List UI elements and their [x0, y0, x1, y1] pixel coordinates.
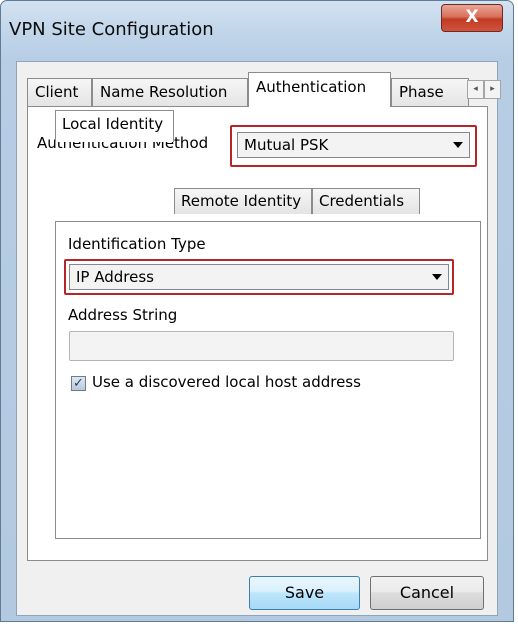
save-button[interactable]: Save: [249, 576, 360, 610]
tab-name-resolution-label: Name Resolution: [100, 83, 228, 101]
close-icon: X: [465, 7, 479, 27]
auth-method-select[interactable]: Mutual PSK: [237, 132, 470, 158]
tab-phase-label: Phase: [399, 83, 444, 101]
discovered-address-checkbox[interactable]: ✓: [71, 376, 86, 391]
subtab-credentials-label: Credentials: [319, 192, 405, 210]
cancel-button[interactable]: Cancel: [370, 576, 484, 610]
close-button[interactable]: X: [441, 4, 503, 32]
dialog-client-area: Client Name Resolution Authentication Ph…: [16, 61, 501, 616]
id-type-label: Identification Type: [68, 235, 206, 253]
tab-authentication-label: Authentication: [256, 78, 367, 96]
tab-client-label: Client: [35, 83, 79, 101]
subtab-credentials[interactable]: Credentials: [312, 188, 420, 214]
id-type-value: IP Address: [76, 268, 154, 286]
id-type-select[interactable]: IP Address: [69, 264, 449, 290]
subtab-remote-identity-label: Remote Identity: [181, 192, 302, 210]
auth-method-value: Mutual PSK: [244, 136, 329, 154]
chevron-down-icon: [432, 274, 442, 280]
tab-scroll-left-icon[interactable]: ◂: [467, 80, 484, 99]
subtab-local-identity-label: Local Identity: [62, 115, 164, 133]
checkmark-icon: ✓: [73, 376, 84, 391]
tab-client[interactable]: Client: [27, 78, 92, 106]
local-identity-panel: Identification Type IP Address Address S…: [55, 221, 481, 539]
discovered-address-label: Use a discovered local host address: [92, 373, 361, 391]
window-title: VPN Site Configuration: [9, 19, 214, 40]
tab-scroll-right-icon[interactable]: ▸: [484, 80, 501, 99]
tab-name-resolution[interactable]: Name Resolution: [92, 78, 248, 106]
main-tab-bar: Client Name Resolution Authentication Ph…: [27, 72, 501, 107]
subtab-local-identity[interactable]: Local Identity: [55, 110, 174, 142]
subtab-remote-identity[interactable]: Remote Identity: [174, 188, 312, 214]
title-bar[interactable]: VPN Site Configuration X: [1, 1, 513, 61]
tab-authentication[interactable]: Authentication: [248, 72, 391, 107]
tab-phase[interactable]: Phase: [391, 78, 469, 106]
address-string-field[interactable]: [69, 331, 454, 361]
address-string-label: Address String: [68, 306, 178, 324]
vpn-site-config-window: VPN Site Configuration X Client Name Res…: [0, 0, 514, 622]
authentication-panel: Authentication Method Mutual PSK Local I…: [27, 106, 488, 561]
chevron-down-icon: [453, 142, 463, 148]
tab-scroll-arrows: ◂ ▸: [467, 80, 501, 100]
